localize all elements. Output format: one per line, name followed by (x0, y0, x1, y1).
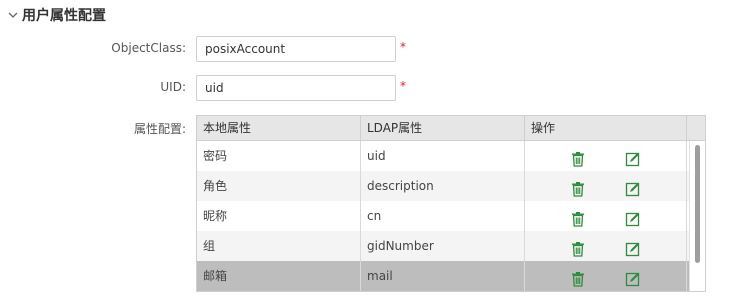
table-row[interactable]: 昵称 cn (197, 201, 705, 231)
cell-local: 组 (197, 231, 361, 261)
grid-scrollbar[interactable] (689, 141, 705, 291)
column-header-ldap[interactable]: LDAP属性 (361, 116, 525, 140)
trash-icon[interactable] (570, 238, 586, 257)
cell-actions (525, 201, 687, 231)
cell-ldap: gidNumber (361, 231, 525, 261)
grid-header: 本地属性 LDAP属性 操作 (197, 116, 705, 141)
edit-icon[interactable] (625, 208, 641, 227)
required-mark: * (400, 79, 406, 93)
cell-ldap: cn (361, 201, 525, 231)
attr-config-label: 属性配置: (133, 122, 186, 136)
cell-local: 角色 (197, 171, 361, 201)
column-header-actions: 操作 (525, 116, 687, 140)
cell-actions (525, 261, 687, 291)
trash-icon[interactable] (570, 208, 586, 227)
edit-icon[interactable] (625, 268, 641, 287)
cell-actions (525, 141, 687, 171)
trash-icon[interactable] (570, 178, 586, 197)
table-row-selected[interactable]: 邮箱 mail (197, 261, 705, 291)
grid-body: 密码 uid 角色 description 昵称 cn 组 gidNumber … (197, 141, 705, 291)
column-header-local[interactable]: 本地属性 (197, 116, 361, 140)
section-header[interactable]: 用户属性配置 (6, 4, 106, 26)
attribute-grid: 本地属性 LDAP属性 操作 密码 uid 角色 description 昵称 … (196, 115, 706, 292)
trash-icon[interactable] (570, 148, 586, 167)
trash-icon[interactable] (570, 268, 586, 287)
cell-actions (525, 231, 687, 261)
column-header-spacer (687, 116, 705, 140)
cell-ldap: mail (361, 261, 525, 291)
table-row[interactable]: 角色 description (197, 171, 705, 201)
edit-icon[interactable] (625, 178, 641, 197)
cell-local: 密码 (197, 141, 361, 171)
cell-ldap: uid (361, 141, 525, 171)
section-title: 用户属性配置 (22, 8, 106, 24)
cell-local: 昵称 (197, 201, 361, 231)
uid-label: UID: (160, 80, 186, 94)
scrollbar-thumb[interactable] (695, 145, 700, 263)
chevron-down-icon[interactable] (6, 8, 20, 22)
uid-input[interactable] (196, 75, 396, 101)
cell-local: 邮箱 (197, 261, 361, 291)
cell-ldap: description (361, 171, 525, 201)
cell-actions (525, 171, 687, 201)
table-row[interactable]: 密码 uid (197, 141, 705, 171)
required-mark: * (400, 40, 406, 54)
edit-icon[interactable] (625, 238, 641, 257)
table-row[interactable]: 组 gidNumber (197, 231, 705, 261)
objectclass-label: ObjectClass: (111, 41, 186, 55)
objectclass-input[interactable] (196, 36, 396, 62)
edit-icon[interactable] (625, 148, 641, 167)
